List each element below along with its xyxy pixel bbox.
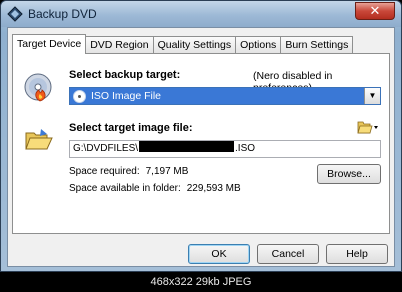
target-device-panel: Select backup target: (Nero disabled in …	[12, 53, 390, 234]
disc-icon	[73, 90, 86, 103]
space-available-row: Space available in folder: 229,593 MB	[69, 183, 241, 194]
title-bar[interactable]: Backup DVD ✕	[1, 1, 401, 27]
tab-burn-settings[interactable]: Burn Settings	[280, 36, 354, 54]
backup-target-dropdown[interactable]: ISO Image File ▼	[69, 87, 381, 105]
dialog-client-area: Target Device DVD Region Quality Setting…	[7, 27, 395, 267]
tab-options[interactable]: Options	[235, 36, 282, 54]
tab-quality-settings[interactable]: Quality Settings	[152, 36, 237, 54]
close-button[interactable]: ✕	[355, 2, 395, 20]
tab-strip: Target Device DVD Region Quality Setting…	[12, 34, 354, 54]
browse-button[interactable]: Browse...	[317, 164, 381, 184]
space-available-value: 229,593 MB	[186, 183, 241, 194]
select-target-heading: Select backup target:	[69, 69, 181, 81]
select-image-file-heading: Select target image file:	[69, 122, 193, 134]
backup-dvd-window: Backup DVD ✕ Target Device DVD Region Qu…	[0, 0, 402, 272]
space-available-label: Space available in folder:	[69, 183, 181, 194]
help-button[interactable]: Help	[326, 244, 388, 264]
dropdown-selected-value: ISO Image File	[91, 90, 162, 102]
redacted-filename	[139, 141, 235, 152]
tab-target-device[interactable]: Target Device	[12, 34, 87, 54]
space-required-value: 7,197 MB	[145, 166, 189, 177]
space-required-row: Space required: 7,197 MB	[69, 166, 188, 177]
cd-burn-icon	[24, 73, 52, 102]
path-prefix: G:\DVDFILES\	[73, 143, 139, 154]
window-title: Backup DVD	[28, 7, 97, 21]
chevron-down-icon[interactable]: ▼	[364, 88, 380, 104]
dvd-app-icon	[7, 6, 23, 22]
ok-button[interactable]: OK	[188, 244, 250, 264]
tab-dvd-region[interactable]: DVD Region	[85, 36, 154, 54]
cancel-button[interactable]: Cancel	[257, 244, 319, 264]
close-icon: ✕	[369, 3, 381, 18]
image-caption: 468x322 29kb JPEG	[0, 272, 402, 292]
browse-folder-icon[interactable]	[357, 120, 379, 134]
space-required-label: Space required:	[69, 166, 140, 177]
folder-open-icon	[25, 129, 53, 150]
path-suffix: .ISO	[235, 143, 256, 154]
image-file-path-field[interactable]: G:\DVDFILES\ .ISO	[69, 140, 381, 158]
